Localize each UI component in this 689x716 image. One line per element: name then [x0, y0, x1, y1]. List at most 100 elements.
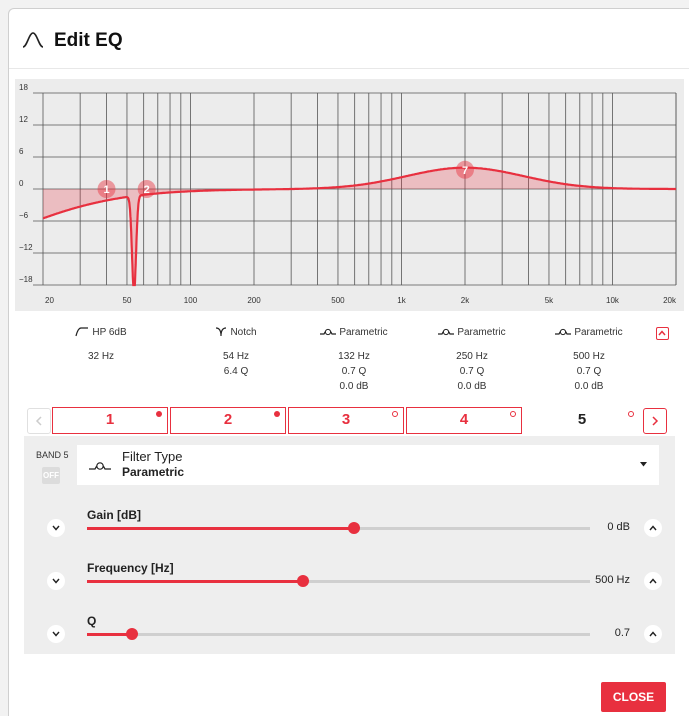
band-summary-value: 54 Hz: [222, 351, 250, 362]
notch-icon: [216, 327, 227, 337]
x-tick-label: 10k: [606, 296, 620, 305]
band-summary-5: Parametric 500 Hz 0.7 Q 0.0 dB: [534, 325, 644, 394]
frequency-slider-fill: [87, 580, 304, 583]
x-tick-label: 2k: [461, 296, 470, 305]
gain-slider-fill: [87, 527, 354, 530]
q-slider-handle[interactable]: [126, 628, 139, 640]
band-enabled-indicator: [156, 411, 162, 417]
band-summary-2: Notch 54 Hz 6.4 Q: [181, 325, 291, 379]
frequency-decrease-button[interactable]: [47, 572, 65, 590]
gain-slider-handle[interactable]: [347, 522, 360, 534]
band-tab-label: 4: [459, 411, 469, 428]
x-tick-label: 200: [247, 296, 261, 305]
eq-response-curve: [42, 166, 676, 287]
band-tab-4[interactable]: 4: [406, 407, 522, 434]
parametric-icon: [555, 328, 572, 336]
band-enable-toggle[interactable]: OFF: [42, 467, 60, 484]
y-tick-label: 0: [19, 179, 24, 188]
band-summary-value: 0.0 dB: [339, 381, 369, 392]
edit-eq-dialog: Edit EQ 18 12 6 0 −6 −12 −18 20 50 100 200 500 1k 2k 5…: [8, 8, 689, 716]
chevron-right-icon: [652, 416, 659, 426]
band-summary-value: 250 Hz: [456, 351, 488, 362]
x-tick-label: 20k: [663, 296, 677, 305]
band-tab-1[interactable]: 1: [52, 407, 168, 434]
band-tab-2[interactable]: 2: [170, 407, 286, 434]
y-tick-label: −6: [19, 211, 29, 220]
gain-slider[interactable]: [87, 522, 590, 534]
eq-curve-icon: [22, 32, 44, 48]
chevron-up-icon: [649, 578, 657, 584]
q-slider[interactable]: [87, 628, 590, 640]
y-tick-label: 6: [19, 147, 24, 156]
gain-decrease-button[interactable]: [47, 519, 65, 537]
band-enabled-indicator: [274, 411, 280, 417]
y-tick-label: 12: [19, 115, 28, 124]
band-summary-type: Parametric: [457, 326, 506, 338]
frequency-increase-button[interactable]: [644, 572, 662, 590]
band-disabled-indicator: [628, 411, 634, 417]
chevron-up-icon: [658, 330, 666, 336]
frequency-slider[interactable]: [87, 575, 590, 587]
band-settings-panel: BAND 5 OFF Filter Type Parametric Gain […: [24, 436, 675, 654]
q-param: Q 0.7: [24, 614, 675, 650]
chevron-up-icon: [649, 525, 657, 531]
chevron-down-icon: [52, 525, 60, 531]
band-tabs: 1 2 3 4 5: [9, 407, 689, 437]
q-increase-button[interactable]: [644, 625, 662, 643]
x-tick-label: 20: [45, 296, 54, 305]
band-summary-type: Notch: [230, 326, 257, 338]
band-summary-value: 0.7 Q: [341, 366, 367, 377]
band-summary-value: 0.7 Q: [576, 366, 602, 377]
close-button[interactable]: CLOSE: [601, 682, 666, 712]
parametric-icon: [320, 328, 337, 336]
collapse-summary-button[interactable]: [656, 327, 669, 340]
q-label: Q: [87, 614, 97, 628]
band-marker-label: 2: [144, 184, 150, 196]
filter-type-label: Filter Type: [122, 449, 183, 464]
frequency-label: Frequency [Hz]: [87, 561, 174, 575]
parametric-icon: [438, 328, 455, 336]
band-summary-type: Parametric: [574, 326, 623, 338]
y-tick-label: 18: [19, 83, 28, 92]
q-decrease-button[interactable]: [47, 625, 65, 643]
band-tab-3[interactable]: 3: [288, 407, 404, 434]
highpass-icon: [75, 327, 89, 337]
frequency-slider-handle[interactable]: [297, 575, 310, 587]
eq-graph-canvas[interactable]: 181260−6−12−1820 50 100 200 500 1k 2k 5k 10k 20k1…: [15, 79, 684, 311]
band-marker-label: 1: [103, 184, 109, 196]
q-value: 0.7: [614, 627, 630, 639]
x-tick-label: 1k: [397, 296, 406, 305]
parametric-icon: [89, 462, 111, 470]
chevron-down-icon: [52, 631, 60, 637]
bands-summary: HP 6dB 32 Hz Notch 54 Hz 6.4 Q Parametri…: [9, 325, 689, 405]
filter-type-select[interactable]: Filter Type Parametric: [77, 445, 659, 485]
dialog-title: Edit EQ: [54, 30, 123, 51]
frequency-param: Frequency [Hz] 500 Hz: [24, 561, 675, 597]
x-tick-label: 100: [184, 296, 198, 305]
previous-band-button[interactable]: [27, 408, 51, 434]
band-tab-label: 2: [223, 411, 233, 428]
band-summary-type: HP 6dB: [92, 326, 127, 338]
band-summary-value: 32 Hz: [87, 351, 115, 362]
gain-increase-button[interactable]: [644, 519, 662, 537]
band-tab-label: 3: [341, 411, 351, 428]
band-summary-value: 500 Hz: [573, 351, 605, 362]
band-tab-label: 1: [105, 411, 115, 428]
dropdown-caret-icon: [640, 462, 647, 467]
x-tick-label: 5k: [545, 296, 554, 305]
band-disabled-indicator: [392, 411, 398, 417]
y-tick-label: −18: [19, 275, 33, 284]
frequency-value: 500 Hz: [595, 574, 630, 586]
band-summary-3: Parametric 132 Hz 0.7 Q 0.0 dB: [299, 325, 409, 394]
band-summary-value: 0.0 dB: [574, 381, 604, 392]
next-band-button[interactable]: [643, 408, 667, 434]
band-disabled-indicator: [510, 411, 516, 417]
dialog-header: Edit EQ: [9, 9, 689, 69]
eq-graph[interactable]: 18 12 6 0 −6 −12 −18 20 50 100 200 500 1k 2k 5k 10k 20k 1…: [15, 79, 684, 311]
gain-label: Gain [dB]: [87, 508, 141, 522]
chevron-down-icon: [52, 578, 60, 584]
band-summary-value: 132 Hz: [338, 351, 370, 362]
gain-value: 0 dB: [607, 521, 630, 533]
band-tab-5[interactable]: 5: [524, 407, 640, 434]
filter-type-value: Parametric: [122, 465, 185, 479]
